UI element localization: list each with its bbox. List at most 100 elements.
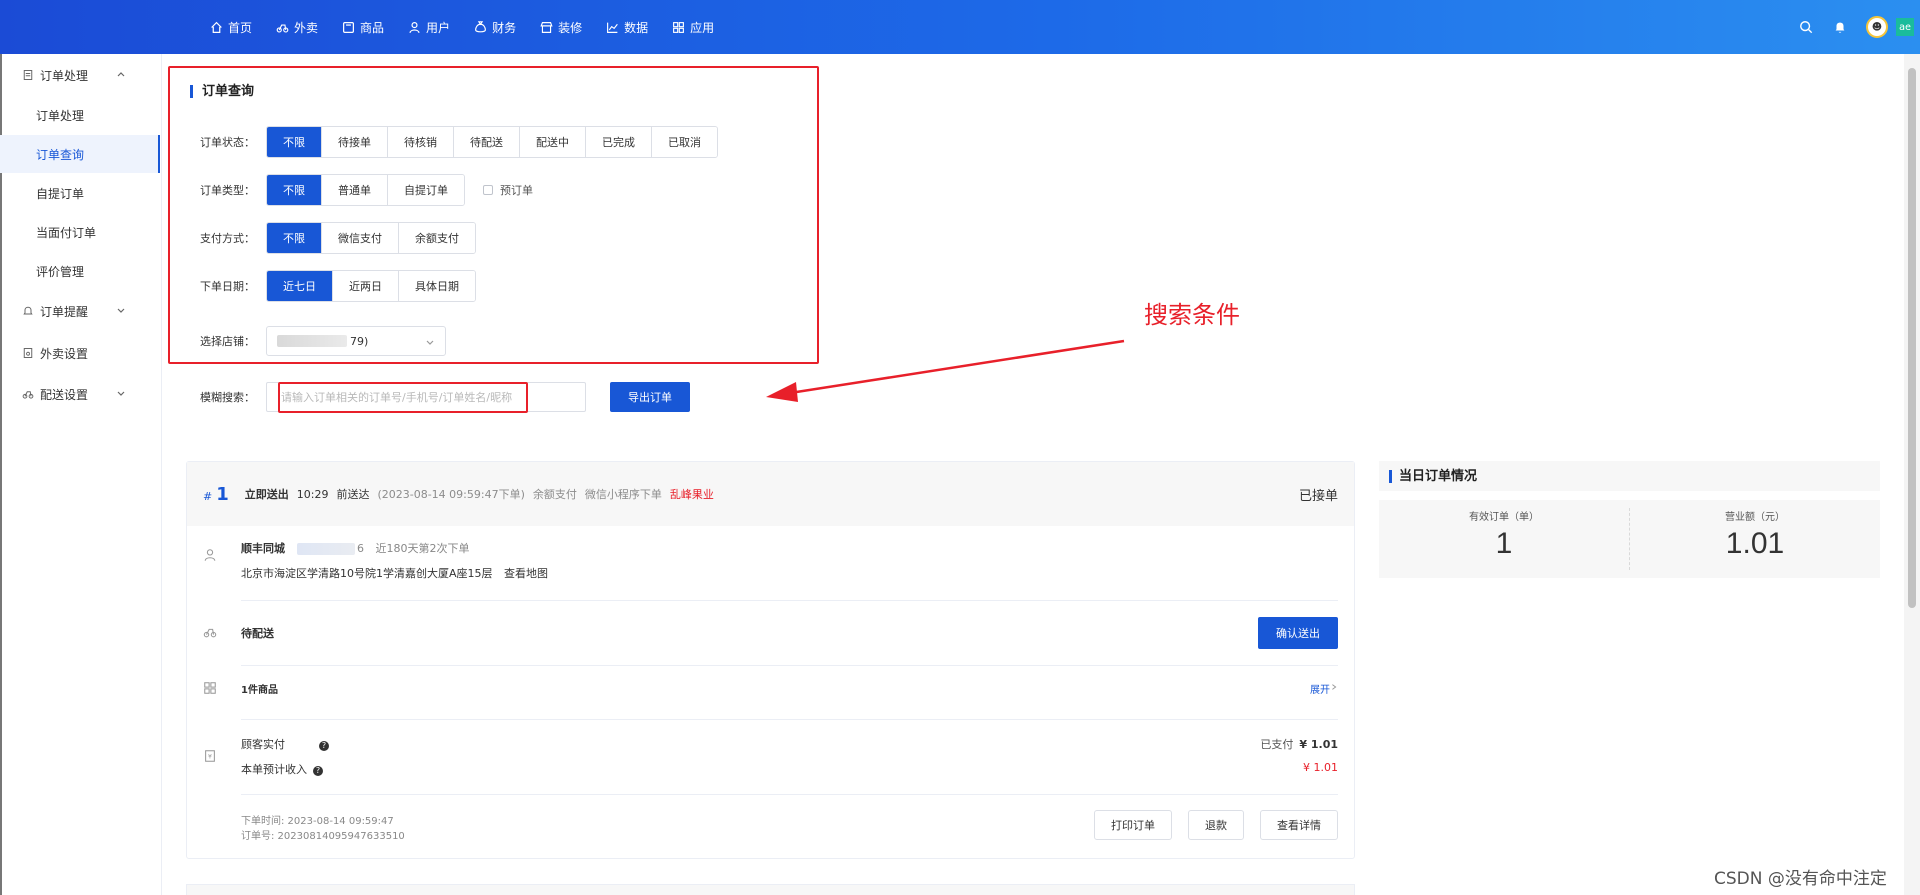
confirm-send-button[interactable]: 确认送出 — [1258, 617, 1338, 649]
nav-finance[interactable]: 财务 — [474, 19, 516, 36]
filter-order-status: 订单状态： 不限 待接单 待核销 待配送 配送中 已完成 已取消 — [200, 126, 718, 158]
nav-data[interactable]: 数据 — [606, 19, 648, 36]
nav-label: 数据 — [624, 20, 649, 35]
avatar[interactable]: ☻ — [1866, 16, 1888, 38]
nav-goods[interactable]: 商品 — [342, 19, 384, 36]
paid-amount: ¥ 1.01 — [1299, 738, 1338, 751]
nav-takeout[interactable]: 外卖 — [276, 19, 318, 36]
status-option-all[interactable]: 不限 — [267, 127, 321, 157]
bell-icon[interactable] — [1832, 19, 1848, 35]
ae-badge-icon[interactable]: ae — [1896, 18, 1914, 36]
order-hash: # — [203, 489, 213, 503]
watermark: CSDN @没有命中注定 — [1714, 869, 1887, 889]
sidebar-item-order-query[interactable]: 订单查询 — [0, 135, 160, 173]
chart-icon — [607, 22, 618, 33]
expand-link[interactable]: 展开 — [1310, 681, 1330, 696]
vertical-scrollbar[interactable] — [1904, 54, 1920, 895]
filter-fuzzy-search: 模糊搜索： 导出订单 — [200, 382, 690, 412]
nav-label: 首页 — [228, 20, 253, 35]
paid-amount-row: 已支付 ¥ 1.01 — [1260, 736, 1338, 752]
sidebar-group-order-reminder[interactable]: 订单提醒 — [0, 293, 160, 329]
refund-button[interactable]: 退款 — [1188, 810, 1244, 840]
nav-label: 应用 — [690, 20, 715, 35]
receipt-icon: ¥ — [205, 750, 215, 762]
sidebar-item-facepay-orders[interactable]: 当面付订单 — [0, 213, 160, 251]
preorder-checkbox[interactable]: 预订单 — [483, 182, 533, 198]
date-option-2days[interactable]: 近两日 — [332, 271, 398, 301]
view-details-button[interactable]: 查看详情 — [1260, 810, 1338, 840]
grid-icon — [204, 682, 216, 694]
paid-status: 已支付 — [1260, 738, 1294, 751]
type-option-all[interactable]: 不限 — [267, 175, 321, 205]
type-option-pickup[interactable]: 自提订单 — [387, 175, 464, 205]
blurred-phone — [297, 543, 355, 555]
sidebar-item-order-process[interactable]: 订单处理 — [0, 96, 160, 134]
checkbox-box[interactable] — [483, 185, 493, 195]
order-number: #1 — [203, 483, 229, 505]
status-option-to-deliver[interactable]: 待配送 — [453, 127, 519, 157]
revenue-value: 1.01 — [1725, 527, 1785, 560]
filter-label: 支付方式： — [200, 232, 255, 245]
filter-label: 选择店铺： — [200, 335, 255, 348]
bike-icon — [203, 628, 217, 638]
pay-option-wechat[interactable]: 微信支付 — [321, 223, 398, 253]
phone-suffix: 6 — [357, 542, 364, 555]
fuzzy-search-input[interactable] — [267, 383, 585, 411]
sidebar-group-order-process[interactable]: 订单处理 — [0, 57, 160, 93]
status-option-pending[interactable]: 待接单 — [321, 127, 387, 157]
goods-icon — [343, 21, 355, 33]
checkbox-label: 预订单 — [500, 184, 533, 197]
nav-label: 外卖 — [294, 20, 319, 35]
delivery-status: 待配送 — [241, 627, 274, 640]
print-order-button[interactable]: 打印订单 — [1094, 810, 1172, 840]
chevron-down-icon — [426, 340, 434, 345]
divider — [241, 794, 1338, 795]
sidebar-group-takeout-settings[interactable]: 外卖设置 — [0, 335, 160, 371]
nav-apps[interactable]: 应用 — [672, 19, 714, 36]
address-line: 北京市海淀区学清路10号院1学清嘉创大厦A座15层 查看地图 — [241, 565, 548, 581]
store-select-value: 79) — [350, 334, 369, 348]
status-option-completed[interactable]: 已完成 — [585, 127, 651, 157]
customer-paid-label: 顾客实付 — [241, 738, 285, 751]
status-option-cancelled[interactable]: 已取消 — [651, 127, 717, 157]
finance-icon — [475, 20, 487, 32]
store-select[interactable]: 79) — [266, 326, 446, 356]
help-icon[interactable]: ? — [313, 765, 323, 776]
sidebar-group-delivery-settings[interactable]: 配送设置 — [0, 376, 160, 412]
filter-label: 下单日期： — [200, 280, 255, 293]
help-icon[interactable]: ? — [319, 740, 329, 751]
date-option-specific[interactable]: 具体日期 — [398, 271, 475, 301]
sidebar-item-pickup-orders[interactable]: 自提订单 — [0, 174, 160, 212]
order-count-note: 近180天第2次下单 — [375, 542, 470, 555]
shop-name[interactable]: 乱峰果业 — [670, 486, 714, 502]
export-orders-button[interactable]: 导出订单 — [610, 382, 690, 412]
order-created-time: (2023-08-14 09:59:47下单) — [377, 488, 525, 501]
type-option-normal[interactable]: 普通单 — [321, 175, 387, 205]
search-highlight-frame — [168, 66, 819, 364]
view-map-link[interactable]: 查看地图 — [504, 567, 548, 580]
delivery-mode: 立即送出 — [244, 488, 289, 501]
nav-decoration[interactable]: 装修 — [540, 19, 582, 36]
goods-count: 1件商品 — [241, 685, 278, 696]
settings-doc-icon — [23, 348, 33, 358]
date-segment: 近七日 近两日 具体日期 — [266, 270, 476, 302]
sidebar-item-reviews[interactable]: 评价管理 — [0, 252, 160, 290]
income-amount: ¥ 1.01 — [1303, 761, 1338, 774]
customer-line: 顺丰同城 6 近180天第2次下单 — [241, 540, 470, 556]
nav-label: 用户 — [426, 20, 451, 35]
nav-home[interactable]: 首页 — [210, 19, 252, 36]
customer-name: 顺丰同城 — [241, 542, 285, 555]
income-label: 本单预计收入 — [241, 763, 307, 776]
date-option-7days[interactable]: 近七日 — [267, 271, 332, 301]
page-title: 订单查询 — [190, 85, 254, 98]
valid-orders-label: 有效订单（单） — [1469, 512, 1539, 523]
status-option-verify[interactable]: 待核销 — [387, 127, 453, 157]
scrollbar-thumb[interactable] — [1908, 68, 1916, 608]
pay-option-balance[interactable]: 余额支付 — [398, 223, 475, 253]
search-icon[interactable] — [1798, 19, 1814, 35]
status-option-delivering[interactable]: 配送中 — [519, 127, 585, 157]
nav-users[interactable]: 用户 — [408, 19, 450, 36]
document-icon — [23, 70, 33, 80]
pay-option-all[interactable]: 不限 — [267, 223, 321, 253]
pay-segment: 不限 微信支付 余额支付 — [266, 222, 476, 254]
